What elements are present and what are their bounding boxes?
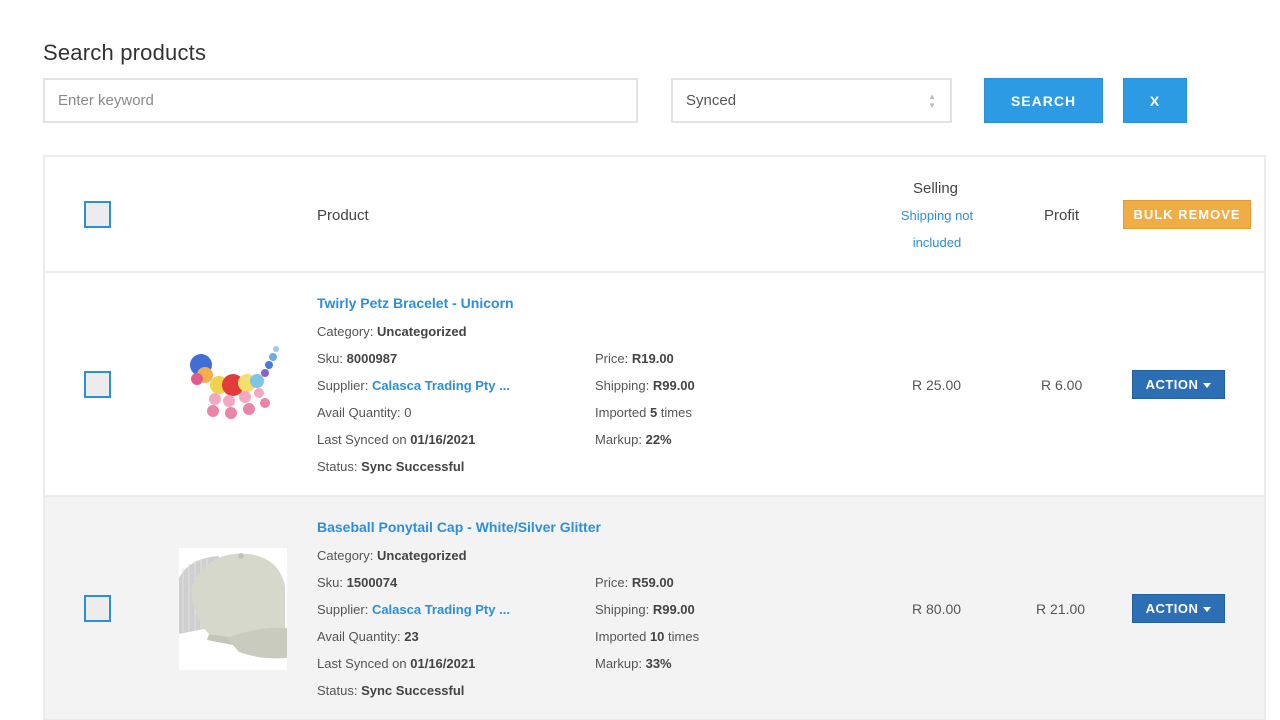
product-last-synced: Last Synced on 01/16/2021 — [317, 656, 476, 671]
product-status: Status: Sync Successful — [317, 459, 465, 474]
product-markup: Markup: 33% — [595, 656, 672, 671]
select-all-checkbox[interactable] — [84, 201, 111, 228]
profit-value: R 6.00 — [1041, 377, 1083, 393]
unicorn-bracelet-icon — [179, 323, 287, 445]
supplier-link[interactable]: Calasca Trading Pty ... — [372, 602, 510, 617]
header-selling-note-1: Shipping not — [900, 208, 974, 223]
product-avail-quantity: Avail Quantity: 0 — [317, 405, 412, 420]
product-last-synced: Last Synced on 01/16/2021 — [317, 432, 476, 447]
products-table: Product Selling Shipping not included Pr… — [43, 155, 1266, 720]
product-markup: Markup: 22% — [595, 432, 672, 447]
product-title-link[interactable]: Baseball Ponytail Cap - White/Silver Gli… — [317, 519, 601, 535]
profit-value: R 21.00 — [1036, 601, 1086, 617]
table-header: Product Selling Shipping not included Pr… — [45, 157, 1264, 273]
product-status: Status: Sync Successful — [317, 683, 465, 698]
header-selling-note-2: included — [912, 235, 962, 250]
caret-down-icon — [1203, 606, 1212, 612]
search-input[interactable] — [43, 78, 638, 123]
selling-price: R 25.00 — [912, 377, 962, 393]
product-shipping: Shipping: R99.00 — [595, 378, 695, 393]
page-title: Search products — [43, 40, 207, 65]
product-sku: Sku: 8000987 — [317, 351, 398, 366]
select-arrows-icon: ▲ ▼ — [928, 92, 936, 110]
caret-down-icon — [1203, 382, 1212, 388]
product-imported: Imported 10 times — [595, 629, 700, 644]
row-checkbox[interactable] — [84, 595, 111, 622]
supplier-link[interactable]: Calasca Trading Pty ... — [372, 378, 510, 393]
status-select[interactable]: Synced ▲ ▼ — [671, 78, 952, 123]
product-imported: Imported 5 times — [595, 405, 692, 420]
baseball-cap-icon — [179, 548, 287, 670]
table-row: Twirly Petz Bracelet - Unicorn Category:… — [45, 273, 1264, 497]
product-price: Price: R59.00 — [595, 575, 674, 590]
bulk-remove-button[interactable]: BULK REMOVE — [1123, 200, 1251, 229]
product-supplier: Supplier: Calasca Trading Pty ... — [317, 602, 510, 617]
product-sku: Sku: 1500074 — [317, 575, 398, 590]
row-checkbox[interactable] — [84, 371, 111, 398]
product-avail-quantity: Avail Quantity: 23 — [317, 629, 419, 644]
header-selling: Selling — [913, 180, 959, 197]
action-label: ACTION — [1145, 377, 1199, 392]
header-profit: Profit — [1044, 207, 1080, 224]
product-shipping: Shipping: R99.00 — [595, 602, 695, 617]
clear-button[interactable]: X — [1123, 78, 1187, 123]
product-supplier: Supplier: Calasca Trading Pty ... — [317, 378, 510, 393]
status-select-value: Synced — [686, 92, 737, 109]
product-category: Category: Uncategorized — [317, 324, 467, 339]
action-button[interactable]: ACTION — [1132, 594, 1225, 623]
action-label: ACTION — [1145, 601, 1199, 616]
search-button[interactable]: SEARCH — [984, 78, 1103, 123]
header-product: Product — [317, 207, 369, 224]
product-price: Price: R19.00 — [595, 351, 674, 366]
search-products-page: Search products Synced ▲▼ SEARCH X Produ… — [0, 0, 1280, 720]
action-button[interactable]: ACTION — [1132, 370, 1225, 399]
product-title-link[interactable]: Twirly Petz Bracelet - Unicorn — [317, 295, 514, 311]
table-row: Baseball Ponytail Cap - White/Silver Gli… — [45, 497, 1264, 720]
selling-price: R 80.00 — [912, 601, 962, 617]
product-category: Category: Uncategorized — [317, 548, 467, 563]
